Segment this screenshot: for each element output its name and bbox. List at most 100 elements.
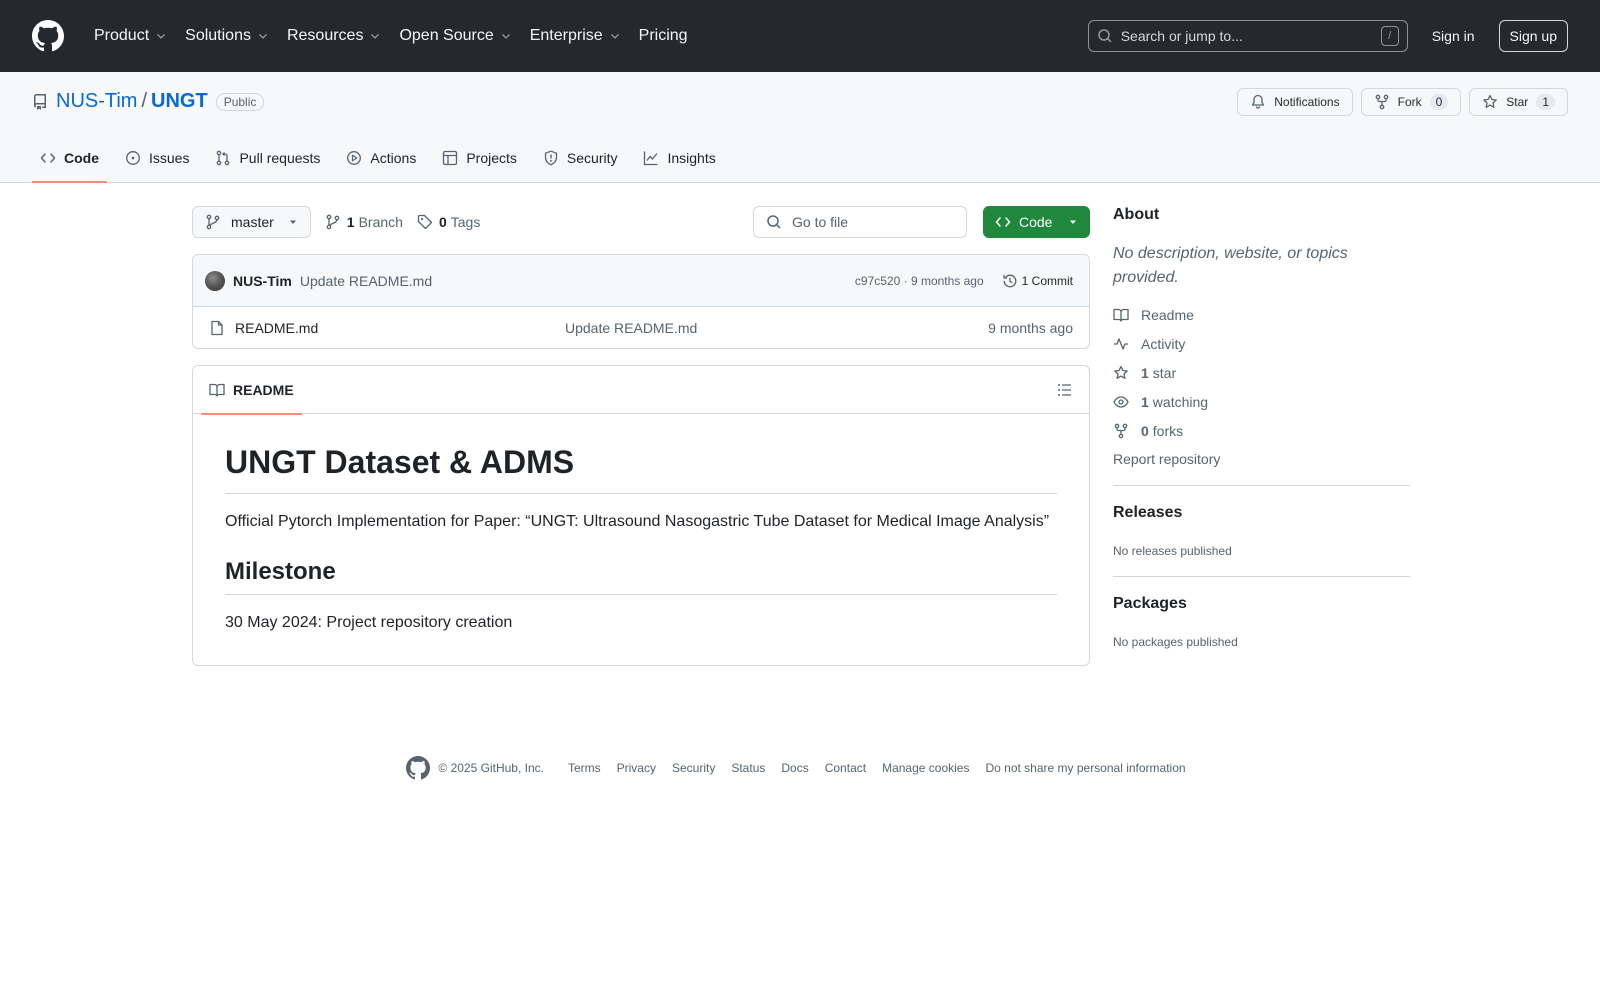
search-placeholder: Search or jump to...	[1120, 28, 1243, 44]
global-search-input[interactable]: Search or jump to... /	[1087, 20, 1408, 52]
branch-count-label: Branch	[358, 214, 403, 230]
tab-pull-requests-label: Pull requests	[239, 150, 321, 166]
footer-link-do-not-share[interactable]: Do not share my personal information	[985, 761, 1185, 775]
tab-code-label: Code	[64, 150, 99, 166]
branch-name: master	[231, 214, 274, 230]
github-logo-icon[interactable]	[32, 20, 64, 52]
branches-link[interactable]: 1 Branch	[325, 214, 403, 230]
commit-hash-time[interactable]: c97c520 · 9 months ago	[855, 274, 984, 288]
footer-link-docs[interactable]: Docs	[781, 761, 808, 775]
footer-link-security[interactable]: Security	[672, 761, 715, 775]
repo-tabs: Code Issues Pull requests Actions Projec…	[32, 134, 734, 183]
stars-label: star	[1152, 364, 1177, 381]
nav-enterprise[interactable]: Enterprise	[522, 21, 629, 51]
tab-actions-label: Actions	[370, 150, 417, 166]
report-repository-link[interactable]: Report repository	[1113, 451, 1410, 467]
nav-open-source-label: Open Source	[399, 27, 494, 44]
readme-paragraph: Official Pytorch Implementation for Pape…	[225, 513, 1050, 530]
nav-product-label: Product	[94, 27, 150, 44]
nav-solutions-label: Solutions	[185, 27, 251, 44]
repo-header: NUS-Tim / UNGT Public Notifications Fork…	[0, 72, 1600, 183]
github-logo-icon[interactable]	[406, 756, 431, 780]
file-commit-message-link[interactable]: Update README.md	[565, 320, 697, 336]
tags-link[interactable]: 0 Tags	[417, 214, 480, 230]
fork-label: Fork	[1397, 95, 1422, 109]
chevron-down-icon	[157, 34, 166, 39]
top-nav: Product Solutions Resources Open Source …	[86, 21, 696, 51]
avatar[interactable]	[205, 270, 225, 291]
code-icon	[40, 153, 56, 163]
nav-open-source[interactable]: Open Source	[391, 21, 519, 51]
watchers-link[interactable]: 1 watching	[1113, 387, 1410, 416]
nav-pricing[interactable]: Pricing	[631, 21, 696, 51]
tab-issues[interactable]: Issues	[117, 134, 197, 182]
commit-history-link[interactable]: 1 Commit	[1002, 273, 1073, 289]
tab-actions[interactable]: Actions	[338, 134, 424, 182]
star-label: Star	[1506, 95, 1529, 109]
sign-in-link[interactable]: Sign in	[1420, 22, 1487, 50]
commit-author-link[interactable]: NUS-Tim	[233, 273, 292, 289]
pulse-icon	[1114, 337, 1128, 350]
repo-title: NUS-Tim / UNGT Public	[32, 90, 265, 113]
go-to-file-input[interactable]: Go to file	[753, 206, 967, 238]
divider	[1113, 485, 1410, 486]
code-button-label: Code	[1019, 214, 1053, 230]
footer-link-status[interactable]: Status	[731, 761, 765, 775]
file-name-link[interactable]: README.md	[235, 320, 565, 336]
footer-link-privacy[interactable]: Privacy	[617, 761, 656, 775]
fork-icon	[1114, 423, 1128, 438]
releases-heading[interactable]: Releases	[1113, 504, 1410, 522]
repo-name-link[interactable]: UNGT	[151, 90, 208, 113]
about-description: No description, website, or topics provi…	[1113, 245, 1348, 286]
packages-note: No packages published	[1113, 635, 1238, 649]
visibility-badge: Public	[215, 92, 265, 111]
eye-icon	[1113, 395, 1129, 408]
chevron-down-icon	[501, 34, 510, 39]
readme-link[interactable]: Readme	[1113, 300, 1410, 329]
tab-code[interactable]: Code	[32, 134, 107, 183]
readme-header: README	[193, 366, 1089, 415]
tab-security-label: Security	[566, 150, 618, 166]
chevron-down-icon	[259, 34, 267, 39]
code-dropdown-button[interactable]: Code	[983, 206, 1090, 238]
footer-link-manage-cookies[interactable]: Manage cookies	[882, 761, 969, 775]
graph-icon	[644, 151, 658, 166]
nav-product[interactable]: Product	[86, 21, 175, 51]
nav-resources[interactable]: Resources	[279, 21, 389, 51]
activity-link-label: Activity	[1141, 335, 1186, 352]
forks-link[interactable]: 0 forks	[1113, 416, 1410, 445]
fork-count: 0	[1429, 94, 1449, 110]
star-button[interactable]: Star 1	[1469, 88, 1568, 116]
tab-projects[interactable]: Projects	[434, 134, 525, 182]
repo-main-content: master 1 Branch 0 Tags Go to file Code N…	[192, 206, 1090, 666]
file-age: 9 months ago	[988, 319, 1073, 336]
nav-pricing-label: Pricing	[638, 27, 688, 44]
star-count: 1	[1536, 94, 1555, 110]
nav-resources-label: Resources	[286, 27, 364, 44]
tab-security[interactable]: Security	[535, 134, 626, 182]
footer-link-terms[interactable]: Terms	[568, 761, 601, 775]
tab-insights[interactable]: Insights	[635, 134, 723, 182]
activity-link[interactable]: Activity	[1113, 329, 1410, 358]
fork-button[interactable]: Fork 0	[1360, 88, 1462, 116]
notifications-button[interactable]: Notifications	[1237, 88, 1353, 116]
sign-up-button[interactable]: Sign up	[1498, 20, 1568, 52]
readme-tab[interactable]: README	[201, 366, 302, 415]
commit-message-link[interactable]: Update README.md	[300, 273, 432, 289]
chevron-down-icon	[371, 34, 380, 39]
packages-heading[interactable]: Packages	[1113, 595, 1410, 613]
tab-pull-requests[interactable]: Pull requests	[207, 134, 328, 182]
stars-link[interactable]: 1 star	[1113, 358, 1410, 387]
code-icon	[995, 217, 1011, 227]
nav-solutions[interactable]: Solutions	[177, 21, 277, 51]
shield-icon	[544, 150, 558, 166]
footer-link-contact[interactable]: Contact	[825, 761, 866, 775]
branch-count: 1	[346, 214, 355, 230]
branch-icon	[206, 214, 220, 230]
branch-select[interactable]: master	[192, 206, 311, 238]
repo-owner-link[interactable]: NUS-Tim	[56, 90, 137, 113]
nav-enterprise-label: Enterprise	[529, 27, 603, 44]
play-circle-icon	[347, 151, 362, 165]
bell-icon	[1252, 94, 1265, 109]
list-outline-icon[interactable]	[1057, 382, 1073, 398]
